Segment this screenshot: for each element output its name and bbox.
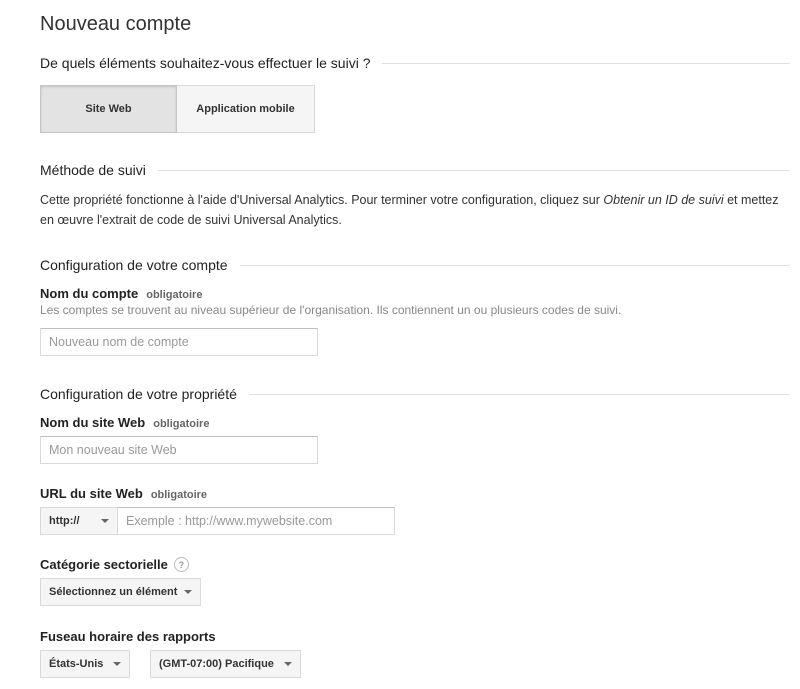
account-help-text: Les comptes se trouvent au niveau supéri… bbox=[40, 303, 622, 317]
country-value: États-Unis bbox=[49, 658, 104, 670]
timezone-dropdown[interactable]: (GMT-07:00) Pacifique bbox=[150, 650, 301, 678]
reporting-timezone-label: Fuseau horaire des rapports bbox=[40, 629, 216, 644]
account-config-label: Configuration de votre compte bbox=[40, 257, 228, 273]
property-config-header: Configuration de votre propriété bbox=[40, 386, 790, 402]
website-option-button[interactable]: Site Web bbox=[40, 85, 177, 133]
site-url-label: URL du site Web obligatoire bbox=[40, 486, 207, 501]
tracking-method-header: Méthode de suivi bbox=[40, 162, 790, 178]
industry-category-label-text: Catégorie sectorielle bbox=[40, 557, 168, 572]
required-badge: obligatoire bbox=[153, 418, 210, 430]
mobile-app-option-button[interactable]: Application mobile bbox=[177, 85, 315, 133]
section-divider bbox=[382, 62, 790, 64]
protocol-value: http:// bbox=[49, 515, 80, 527]
site-name-label-text: Nom du site Web bbox=[40, 415, 146, 430]
required-badge: obligatoire bbox=[150, 489, 208, 501]
required-badge: obligatoire bbox=[146, 289, 203, 301]
site-url-input[interactable] bbox=[117, 507, 395, 535]
account-name-label-text: Nom du compte bbox=[40, 286, 139, 301]
account-config-header: Configuration de votre compte bbox=[40, 257, 790, 273]
chevron-down-icon bbox=[101, 519, 109, 523]
section-divider bbox=[248, 393, 790, 395]
reporting-timezone-label-text: Fuseau horaire des rapports bbox=[40, 629, 216, 644]
tracking-method-label: Méthode de suivi bbox=[40, 162, 146, 178]
section-divider bbox=[239, 264, 790, 266]
tracking-question-header: De quels éléments souhaitez-vous effectu… bbox=[40, 55, 790, 71]
chevron-down-icon bbox=[113, 662, 121, 666]
tracking-question-label: De quels éléments souhaitez-vous effectu… bbox=[40, 55, 371, 71]
chevron-down-icon bbox=[284, 662, 292, 666]
account-name-input[interactable] bbox=[40, 328, 318, 356]
tracking-method-description: Cette propriété fonctionne à l'aide d'Un… bbox=[40, 190, 780, 230]
industry-category-label: Catégorie sectorielle ? bbox=[40, 557, 189, 572]
page-title: Nouveau compte bbox=[40, 13, 192, 35]
industry-category-value: Sélectionnez un élément bbox=[49, 586, 178, 598]
site-name-label: Nom du site Web obligatoire bbox=[40, 415, 209, 430]
property-config-label: Configuration de votre propriété bbox=[40, 386, 237, 402]
protocol-dropdown[interactable]: http:// bbox=[40, 507, 118, 535]
section-divider bbox=[157, 169, 790, 171]
chevron-down-icon bbox=[184, 590, 192, 594]
site-name-input[interactable] bbox=[40, 436, 318, 464]
country-dropdown[interactable]: États-Unis bbox=[40, 650, 130, 678]
get-tracking-id-reference: Obtenir un ID de suivi bbox=[603, 193, 724, 207]
site-url-label-text: URL du site Web bbox=[40, 486, 143, 501]
help-icon[interactable]: ? bbox=[173, 557, 189, 572]
description-text: Cette propriété fonctionne à l'aide d'Un… bbox=[40, 193, 604, 207]
account-name-label: Nom du compte obligatoire bbox=[40, 286, 202, 301]
tracking-type-toggle: Site Web Application mobile bbox=[40, 85, 315, 133]
industry-category-dropdown[interactable]: Sélectionnez un élément bbox=[40, 578, 201, 606]
timezone-value: (GMT-07:00) Pacifique bbox=[159, 658, 274, 670]
